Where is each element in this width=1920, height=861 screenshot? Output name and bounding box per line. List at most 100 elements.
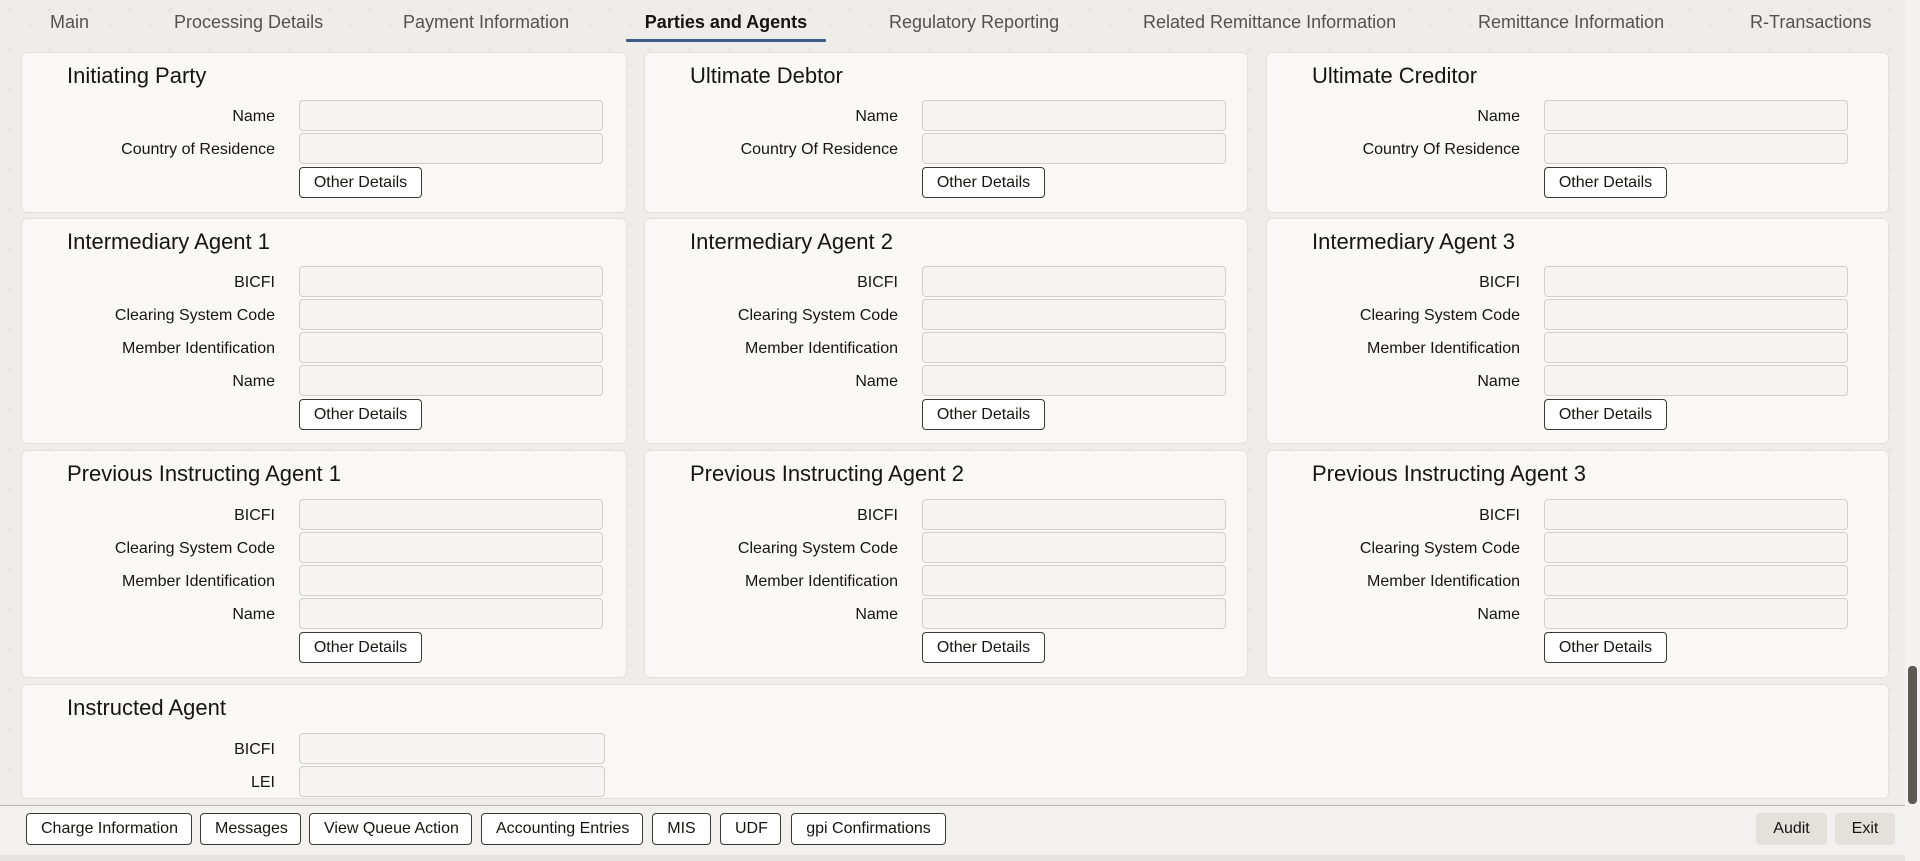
lei-label: LEI	[250, 774, 275, 791]
clearing-system-code-input[interactable]	[299, 299, 603, 330]
charge-information-button[interactable]: Charge Information	[26, 813, 192, 845]
previous-instructing-agent-1-panel: Previous Instructing Agent 1 BICFI Clear…	[21, 450, 627, 678]
other-details-button[interactable]: Other Details	[922, 399, 1045, 430]
name-input[interactable]	[299, 365, 603, 396]
member-identification-label: Member Identification	[745, 573, 898, 590]
tab-payment-information[interactable]: Payment Information	[403, 0, 569, 44]
name-input[interactable]	[922, 100, 1226, 131]
country-of-residence-label: Country of Residence	[121, 141, 275, 158]
member-identification-input[interactable]	[1544, 332, 1848, 363]
bicfi-label: BICFI	[857, 274, 898, 291]
other-details-button[interactable]: Other Details	[922, 632, 1045, 663]
clearing-system-code-input[interactable]	[922, 299, 1226, 330]
other-details-button[interactable]: Other Details	[299, 167, 422, 198]
member-identification-input[interactable]	[299, 332, 603, 363]
name-label: Name	[232, 373, 275, 390]
bicfi-row: BICFI	[645, 266, 1247, 299]
name-label: Name	[1477, 108, 1520, 125]
bicfi-row: BICFI	[1267, 266, 1888, 299]
other-details-button[interactable]: Other Details	[299, 632, 422, 663]
country-of-residence-label: Country Of Residence	[740, 141, 898, 158]
name-label: Name	[232, 108, 275, 125]
name-row: Name	[22, 598, 626, 631]
clearing-system-code-input[interactable]	[299, 532, 603, 563]
name-label: Name	[855, 108, 898, 125]
other-details-button[interactable]: Other Details	[299, 399, 422, 430]
tab-related-remittance-information[interactable]: Related Remittance Information	[1143, 0, 1396, 44]
clearing-system-code-input[interactable]	[922, 532, 1226, 563]
udf-button[interactable]: UDF	[720, 813, 781, 845]
other-details-button[interactable]: Other Details	[1544, 399, 1667, 430]
name-input[interactable]	[922, 598, 1226, 629]
bicfi-input[interactable]	[1544, 266, 1848, 297]
name-input[interactable]	[299, 598, 603, 629]
messages-button[interactable]: Messages	[200, 813, 301, 845]
member-identification-row: Member Identification	[22, 332, 626, 365]
bicfi-input[interactable]	[299, 733, 605, 764]
name-label: Name	[855, 373, 898, 390]
name-label: Name	[1477, 606, 1520, 623]
member-identification-label: Member Identification	[1367, 573, 1520, 590]
name-input[interactable]	[1544, 598, 1848, 629]
clearing-system-code-label: Clearing System Code	[737, 540, 898, 557]
bicfi-input[interactable]	[922, 499, 1226, 530]
name-input[interactable]	[1544, 365, 1848, 396]
clearing-system-code-input[interactable]	[1544, 299, 1848, 330]
scrollbar-thumb[interactable]	[1908, 666, 1917, 804]
clearing-system-code-label: Clearing System Code	[1359, 307, 1520, 324]
name-label: Name	[855, 606, 898, 623]
country-of-residence-input[interactable]	[299, 133, 603, 164]
other-details-button[interactable]: Other Details	[922, 167, 1045, 198]
bicfi-row: BICFI	[1267, 499, 1888, 532]
accounting-entries-button[interactable]: Accounting Entries	[481, 813, 643, 845]
bicfi-input[interactable]	[1544, 499, 1848, 530]
clearing-system-code-row: Clearing System Code	[645, 532, 1247, 565]
vertical-scrollbar[interactable]	[1905, 0, 1920, 861]
intermediary-agent-3-panel: Intermediary Agent 3 BICFI Clearing Syst…	[1266, 218, 1889, 444]
member-identification-input[interactable]	[922, 332, 1226, 363]
country-of-residence-input[interactable]	[1544, 133, 1848, 164]
exit-button[interactable]: Exit	[1835, 813, 1895, 845]
lei-input[interactable]	[299, 766, 605, 797]
audit-button[interactable]: Audit	[1756, 813, 1827, 845]
clearing-system-code-input[interactable]	[1544, 532, 1848, 563]
bicfi-input[interactable]	[299, 499, 603, 530]
name-input[interactable]	[922, 365, 1226, 396]
name-input[interactable]	[1544, 100, 1848, 131]
other-details-button[interactable]: Other Details	[1544, 632, 1667, 663]
member-identification-row: Member Identification	[645, 565, 1247, 598]
gpi-confirmations-button[interactable]: gpi Confirmations	[791, 813, 946, 845]
bottom-strip	[0, 855, 1920, 861]
member-identification-row: Member Identification	[1267, 565, 1888, 598]
name-input[interactable]	[299, 100, 603, 131]
intermediary-agent-2-panel: Intermediary Agent 2 BICFI Clearing Syst…	[644, 218, 1248, 444]
member-identification-input[interactable]	[1544, 565, 1848, 596]
clearing-system-code-row: Clearing System Code	[22, 299, 626, 332]
name-row: Name	[645, 100, 1247, 133]
tab-parties-and-agents[interactable]: Parties and Agents	[626, 0, 826, 44]
tab-r-transactions[interactable]: R-Transactions	[1750, 0, 1871, 44]
instructed-agent-panel: Instructed Agent BICFI LEI	[21, 684, 1889, 799]
tab-processing-details[interactable]: Processing Details	[174, 0, 323, 44]
bicfi-label: BICFI	[857, 507, 898, 524]
clearing-system-code-row: Clearing System Code	[1267, 532, 1888, 565]
tab-remittance-information[interactable]: Remittance Information	[1478, 0, 1664, 44]
ultimate-creditor-panel: Ultimate Creditor Name Country Of Reside…	[1266, 52, 1889, 213]
name-row: Name	[1267, 598, 1888, 631]
view-queue-action-button[interactable]: View Queue Action	[309, 813, 472, 845]
other-details-button[interactable]: Other Details	[1544, 167, 1667, 198]
country-of-residence-input[interactable]	[922, 133, 1226, 164]
member-identification-input[interactable]	[299, 565, 603, 596]
name-row: Name	[22, 100, 626, 133]
bicfi-row: BICFI	[22, 733, 1888, 766]
tab-main[interactable]: Main	[50, 0, 89, 44]
name-row: Name	[1267, 365, 1888, 398]
member-identification-label: Member Identification	[1367, 340, 1520, 357]
bicfi-input[interactable]	[299, 266, 603, 297]
bicfi-input[interactable]	[922, 266, 1226, 297]
panel-title: Initiating Party	[67, 63, 207, 88]
bicfi-row: BICFI	[645, 499, 1247, 532]
mis-button[interactable]: MIS	[652, 813, 711, 845]
member-identification-input[interactable]	[922, 565, 1226, 596]
tab-regulatory-reporting[interactable]: Regulatory Reporting	[889, 0, 1059, 44]
